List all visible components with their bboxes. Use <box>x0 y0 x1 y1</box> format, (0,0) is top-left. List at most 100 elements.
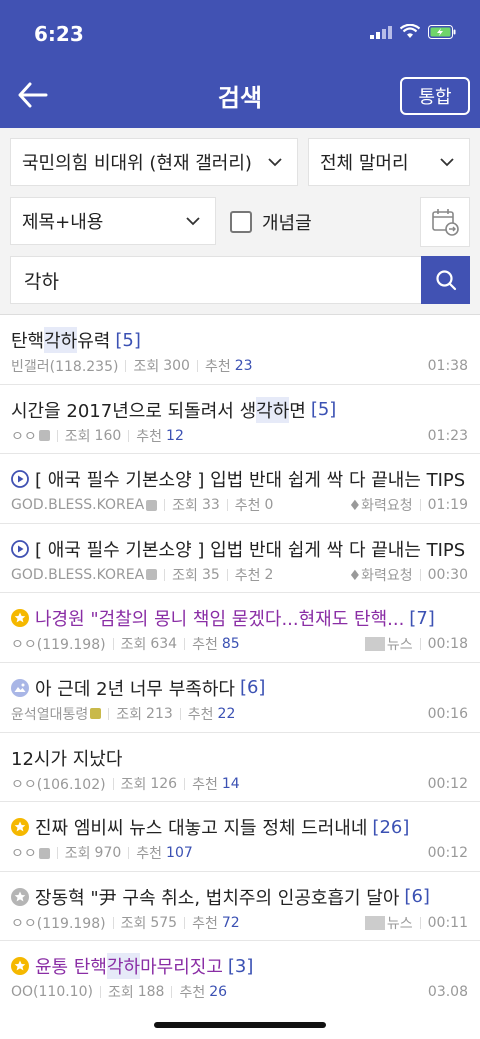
post-item[interactable]: 윤통 탄핵 각하 마무리짓고 [3] OO(110.10) 조회 188 추천 26 0… <box>0 941 480 998</box>
post-title[interactable]: 진짜 엠비씨 뉴스 대놓고 지들 정체 드러내네 [26] <box>11 814 476 840</box>
post-title[interactable]: 아 근데 2년 너무 부족하다 [6] <box>11 675 476 701</box>
post-meta: ㅇㅇ(106.102) 조회 126 추천 14 00:12 <box>11 774 468 794</box>
status-icons <box>370 24 456 39</box>
views-count: 160 <box>94 427 122 444</box>
signal-icon <box>370 25 392 39</box>
rec-label: 추천 <box>204 359 231 375</box>
post-time: 00:18 <box>427 636 468 653</box>
post-title[interactable]: 나경원 "검찰의 몽니 책임 묻겠다...현재도 탄핵... [7] <box>11 605 476 631</box>
post-meta: ㅇㅇ(119.198) 조회 634 추천 85 뉴스 00:18 <box>11 634 468 654</box>
post-list: 탄핵 각하 유력 [5] 빈갤러(118.235) 조회 300 추천 23 01:3… <box>0 314 480 998</box>
post-item[interactable]: 아 근데 2년 너무 부족하다 [6] 윤석열대통령 조회 213 추천 22 00:… <box>0 663 480 733</box>
post-meta: ㅇㅇ 조회 970 추천 107 00:12 <box>11 843 468 863</box>
concept-checkbox[interactable] <box>230 211 252 233</box>
comment-count: [3] <box>227 955 254 977</box>
post-title-text: 12시가 지났다 <box>11 748 123 770</box>
wifi-icon <box>400 24 420 38</box>
post-meta: ㅇㅇ(119.198) 조회 575 추천 72 뉴스 00:11 <box>11 913 468 933</box>
rec-label: 추천 <box>234 498 261 515</box>
calendar-button[interactable] <box>420 197 470 247</box>
post-title[interactable]: 12시가 지났다 <box>11 745 476 771</box>
star-badge-icon <box>11 887 29 906</box>
post-author: ㅇㅇ(106.102) <box>11 776 106 793</box>
search-input-value: 각하 <box>24 270 59 293</box>
views-count: 970 <box>94 845 122 862</box>
post-tag: ♦화력요청 <box>348 567 413 584</box>
search-button[interactable] <box>421 256 470 304</box>
rec-count: 22 <box>217 705 236 722</box>
post-meta: 빈갤러(118.235) 조회 300 추천 23 01:38 <box>11 356 468 376</box>
chevron-down-icon <box>186 217 200 226</box>
search-filters: 국민의힘 비대위 (현재 갤러리) 전체 말머리 제목+내용 개념글 각하 <box>0 128 480 314</box>
star-badge-icon <box>11 957 29 976</box>
post-item[interactable]: 12시가 지났다 ㅇㅇ(106.102) 조회 126 추천 14 00:12 <box>0 733 480 803</box>
post-meta: 윤석열대통령 조회 213 추천 22 00:16 <box>11 704 468 724</box>
views-count: 634 <box>150 636 178 653</box>
post-author: GOD.BLESS.KOREA <box>11 566 145 583</box>
gallog-icon <box>146 499 158 511</box>
comment-count: [6] <box>239 677 266 699</box>
gallery-select[interactable]: 국민의힘 비대위 (현재 갤러리) <box>10 138 298 186</box>
search-input[interactable]: 각하 <box>10 256 422 304</box>
head-select[interactable]: 전체 말머리 <box>308 138 470 186</box>
post-meta: OO(110.10) 조회 188 추천 26 03.08 <box>11 982 468 998</box>
post-item[interactable]: 시간을 2017년으로 되돌려서 생 각하 면 [5] ㅇㅇ 조회 160 추천 12 0… <box>0 385 480 455</box>
post-title[interactable]: [ 애국 필수 기본소양 ] 입법 반대 쉽게 싹 다 끝내는 TIPS <box>11 536 476 562</box>
tonghap-button[interactable]: 통합 <box>400 77 470 115</box>
post-author: ㅇㅇ(119.198) <box>11 637 106 654</box>
comment-count: [6] <box>404 886 430 908</box>
post-meta: GOD.BLESS.KOREA 조회 35 추천 2 ♦화력요청 00:30 <box>11 565 468 585</box>
post-time: 00:12 <box>427 775 468 792</box>
post-title[interactable]: 장동혁 "尹 구속 취소, 법치주의 인공호흡기 달아 [6] <box>11 884 476 910</box>
gallog-icon <box>38 430 50 442</box>
post-time: 00:11 <box>427 914 468 931</box>
head-select-value: 전체 말머리 <box>320 153 409 174</box>
post-item[interactable]: [ 애국 필수 기본소양 ] 입법 반대 쉽게 싹 다 끝내는 TIPS GOD… <box>0 524 480 594</box>
rec-label: 추천 <box>136 846 163 863</box>
post-title-text: 윤통 탄핵 <box>35 957 107 979</box>
star-badge-icon <box>11 609 29 628</box>
post-title[interactable]: [ 애국 필수 기본소양 ] 입법 반대 쉽게 싹 다 끝내는 TIPS <box>11 466 476 492</box>
views-label: 조회 <box>172 498 198 515</box>
views-count: 213 <box>146 705 173 722</box>
views-label: 조회 <box>64 846 91 863</box>
post-meta: ㅇㅇ 조회 160 추천 12 01:23 <box>11 426 468 446</box>
post-item[interactable]: 진짜 엠비씨 뉴스 대놓고 지들 정체 드러내네 [26] ㅇㅇ 조회 970 추천… <box>0 802 480 872</box>
top-bar: 6:23 검색 통합 <box>0 0 480 128</box>
comment-count: [26] <box>372 816 410 838</box>
post-title-text: [ 애국 필수 기본소양 ] 입법 반대 쉽게 싹 다 끝내는 TIPS <box>35 470 466 492</box>
rec-label: 추천 <box>192 915 218 932</box>
comment-count: [7] <box>409 607 435 629</box>
rec-count: 26 <box>209 984 228 998</box>
rec-label: 추천 <box>192 637 218 654</box>
post-title-text: 장동혁 "尹 구속 취소, 법치주의 인공호흡기 달아 <box>35 887 400 909</box>
search-type-select[interactable]: 제목+내용 <box>10 197 216 245</box>
rec-count: 12 <box>166 427 184 444</box>
post-title[interactable]: 시간을 2017년으로 되돌려서 생 각하 면 [5] <box>11 396 476 423</box>
post-item[interactable]: 장동혁 "尹 구속 취소, 법치주의 인공호흡기 달아 [6] ㅇㅇ(119.19… <box>0 872 480 942</box>
views-label: 조회 <box>64 428 91 445</box>
home-indicator[interactable] <box>154 1022 326 1028</box>
post-time: 03.08 <box>427 984 468 998</box>
concept-checkbox-wrap[interactable]: 개념글 <box>230 210 312 234</box>
views-label: 조회 <box>116 706 143 723</box>
post-item[interactable]: [ 애국 필수 기본소양 ] 입법 반대 쉽게 싹 다 끝내는 TIPS GOD… <box>0 454 480 524</box>
post-title[interactable]: 탄핵 각하 유력 [5] <box>11 327 476 353</box>
views-label: 조회 <box>120 776 147 793</box>
views-count: 575 <box>150 914 178 931</box>
views-count: 35 <box>201 566 220 583</box>
post-item[interactable]: 탄핵 각하 유력 [5] 빈갤러(118.235) 조회 300 추천 23 01:3… <box>0 315 480 385</box>
views-label: 조회 <box>120 637 147 654</box>
post-title-text: 면 <box>289 400 306 422</box>
post-title[interactable]: 윤통 탄핵 각하 마무리짓고 [3] <box>11 953 476 980</box>
star-badge-icon <box>11 818 29 837</box>
post-tag: 뉴스 <box>386 637 413 654</box>
post-item[interactable]: 나경원 "검찰의 몽니 책임 묻겠다...현재도 탄핵... [7] ㅇㅇ(119… <box>0 593 480 663</box>
post-title-text: 탄핵 <box>11 331 45 352</box>
battery-icon <box>428 24 456 39</box>
news-icon <box>364 915 385 930</box>
post-time: 00:16 <box>427 705 468 722</box>
post-author: ㅇㅇ <box>11 428 37 445</box>
views-count: 126 <box>150 775 178 792</box>
post-title-highlight: 각하 <box>44 327 78 353</box>
